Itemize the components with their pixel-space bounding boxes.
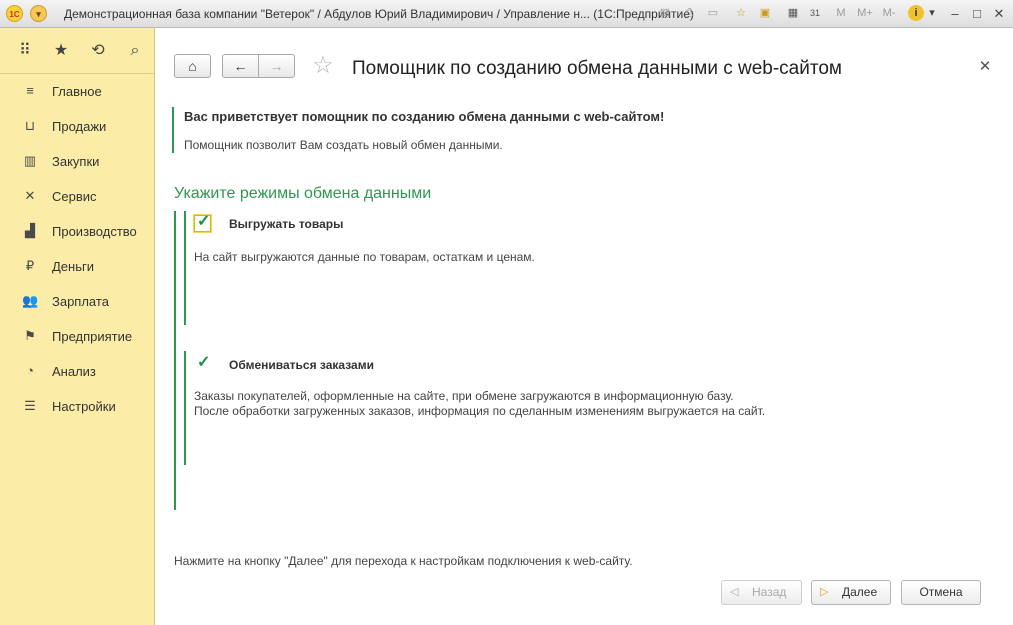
app-logo-icon[interactable]: 1С xyxy=(6,5,23,22)
calculator-icon[interactable]: ▦ xyxy=(784,5,802,22)
window-titlebar: 1С ▾ Демонстрационная база компании "Вет… xyxy=(0,0,1013,28)
checkmark-icon: ✓ xyxy=(197,213,211,230)
welcome-text: Помощник позволит Вам создать новый обме… xyxy=(184,138,503,152)
export-goods-description: На сайт выгружаются данные по товарам, о… xyxy=(194,250,535,264)
sidebar-item-main[interactable]: ≡ Главное xyxy=(0,76,154,106)
home-icon: ⌂ xyxy=(188,58,197,74)
preview-icon[interactable]: ▭ xyxy=(704,5,722,22)
sidebar-item-salary[interactable]: 👥 Зарплата xyxy=(0,286,154,316)
option-group-bar xyxy=(184,351,186,465)
sidebar-item-sales[interactable]: ⊔ Продажи xyxy=(0,111,154,141)
home-button[interactable]: ⌂ xyxy=(174,54,211,78)
tools-icon: ✕ xyxy=(24,188,36,203)
sidebar-item-label: Продажи xyxy=(52,119,107,134)
sidebar-item-label: Закупки xyxy=(52,154,100,169)
sidebar-item-production[interactable]: ▟ Производство xyxy=(0,216,154,246)
search-icon[interactable]: ⌕ xyxy=(124,41,146,61)
basket-icon: ⊔ xyxy=(24,118,36,133)
sidebar-item-settings[interactable]: ☰ Настройки xyxy=(0,391,154,421)
flag-icon: ⚑ xyxy=(24,328,36,343)
sidebar-item-label: Производство xyxy=(52,224,137,239)
sidebar-toolbar: ⠿ ★ ⟲ ⌕ xyxy=(0,28,154,74)
back-button[interactable]: ← xyxy=(222,54,259,78)
calendar-icon[interactable]: 31 xyxy=(806,5,824,22)
page-title: Помощник по созданию обмена данными с we… xyxy=(352,58,842,79)
exchange-orders-description-line: После обработки загруженных заказов, инф… xyxy=(194,404,766,418)
memory-button[interactable]: M xyxy=(834,5,848,22)
sidebar-item-label: Сервис xyxy=(52,189,97,204)
section-title: Укажите режимы обмена данными xyxy=(174,185,432,202)
bookmark-icon[interactable]: ▣ xyxy=(756,5,774,22)
print-icon[interactable]: ⎙ xyxy=(680,5,698,22)
memory-plus-button[interactable]: M+ xyxy=(854,5,876,22)
barcode-icon: ▥ xyxy=(23,153,37,168)
prev-button-label: Назад xyxy=(752,585,787,599)
welcome-group-bar xyxy=(172,107,174,153)
people-icon: 👥 xyxy=(22,293,39,308)
welcome-title: Вас приветствует помощник по созданию об… xyxy=(184,109,665,124)
minimize-button[interactable]: – xyxy=(944,4,966,23)
favorites-add-icon[interactable]: ☆ xyxy=(732,5,750,22)
sidebar-item-label: Предприятие xyxy=(52,329,133,344)
star-icon[interactable]: ☆ xyxy=(310,54,336,80)
list-icon: ≡ xyxy=(26,83,34,98)
exchange-orders-label[interactable]: Обмениваться заказами xyxy=(229,358,374,372)
arrow-right-icon: ▷ xyxy=(820,586,829,598)
all-functions-icon[interactable]: ⠿ xyxy=(14,41,36,61)
exchange-modes-group-bar xyxy=(174,211,176,510)
sidebar-item-service[interactable]: ✕ Сервис xyxy=(0,181,154,211)
save-icon[interactable]: ▤ xyxy=(656,5,674,22)
arrow-left-icon: ◁ xyxy=(730,586,739,598)
option-group-bar xyxy=(184,211,186,325)
sidebar-item-analysis[interactable]: ◔ Анализ xyxy=(0,356,154,386)
cancel-button[interactable]: Отмена xyxy=(901,580,981,605)
info-dropdown-icon[interactable]: ▾ xyxy=(926,5,938,22)
prev-button[interactable]: ◁ Назад xyxy=(721,580,802,605)
sidebar-item-enterprise[interactable]: ⚑ Предприятие xyxy=(0,321,154,351)
factory-icon: ▟ xyxy=(25,223,35,238)
sidebar-item-label: Настройки xyxy=(52,399,116,414)
sidebar-item-label: Деньги xyxy=(52,259,94,274)
forward-button[interactable]: → xyxy=(258,54,295,78)
favorites-icon[interactable]: ★ xyxy=(50,41,72,61)
window-title: Демонстрационная база компании "Ветерок"… xyxy=(64,7,694,21)
settings-icon: ☰ xyxy=(24,398,36,413)
next-button-label: Далее xyxy=(842,585,878,599)
arrow-right-icon: → xyxy=(269,58,284,74)
sidebar-item-purchases[interactable]: ▥ Закупки xyxy=(0,146,154,176)
checkmark-icon: ✓ xyxy=(197,354,211,371)
form-area: ⌂ ← → ☆ Помощник по созданию обмена данн… xyxy=(156,28,1013,625)
sidebar: ⠿ ★ ⟲ ⌕ ≡ Главное ⊔ Продажи ▥ Закупки ✕ … xyxy=(0,28,155,625)
maximize-button[interactable]: □ xyxy=(966,4,988,23)
ruble-icon: ₽ xyxy=(25,258,35,273)
memory-minus-button[interactable]: M- xyxy=(878,5,900,22)
exchange-orders-checkbox[interactable]: ✓ xyxy=(194,354,211,373)
sidebar-item-label: Анализ xyxy=(52,364,96,379)
sidebar-item-label: Зарплата xyxy=(52,294,109,309)
arrow-left-icon: ← xyxy=(233,58,248,74)
export-goods-checkbox[interactable]: ✓ xyxy=(194,213,211,232)
footer-hint: Нажмите на кнопку "Далее" для перехода к… xyxy=(174,554,633,568)
main-menu-button[interactable]: ▾ xyxy=(30,5,47,22)
info-icon[interactable]: i xyxy=(908,5,924,21)
export-goods-label[interactable]: Выгружать товары xyxy=(229,217,343,231)
sidebar-item-label: Главное xyxy=(52,84,102,99)
next-button[interactable]: ▷ Далее xyxy=(811,580,891,605)
pie-chart-icon: ◔ xyxy=(26,363,34,378)
history-icon[interactable]: ⟲ xyxy=(87,41,109,61)
close-window-button[interactable]: ✕ xyxy=(988,4,1010,23)
sidebar-item-money[interactable]: ₽ Деньги xyxy=(0,251,154,281)
close-icon[interactable]: ✕ xyxy=(976,58,994,76)
